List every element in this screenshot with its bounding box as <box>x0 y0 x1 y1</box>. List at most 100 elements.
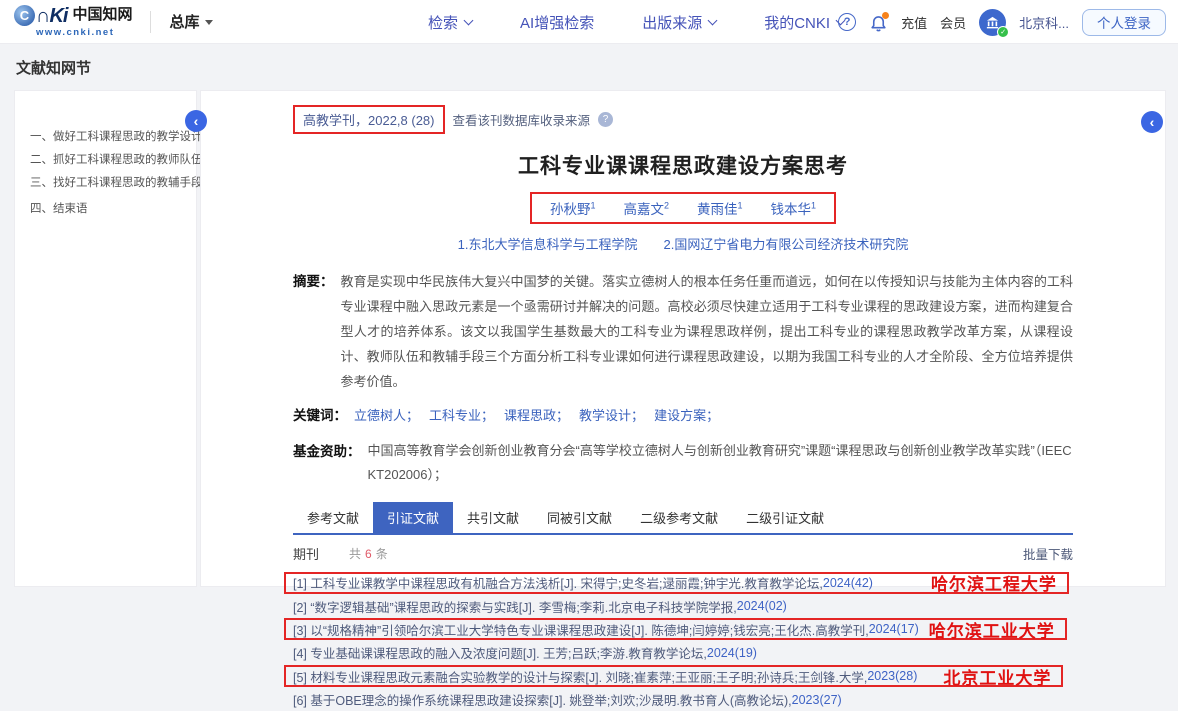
citation-year-link[interactable]: 2023(28) <box>867 669 917 683</box>
author-affil-sup: 2 <box>664 201 669 211</box>
verified-check-icon: ✓ <box>997 26 1009 38</box>
citation-list-header: 期刊 共 6 条 批量下载 <box>293 544 1073 563</box>
affiliations-row: 1.东北大学信息科学与工程学院 2.国网辽宁省电力有限公司经济技术研究院 <box>293 234 1073 253</box>
keywords-block: 关键词： 立德树人； 工科专业； 课程思政； 教学设计； 建设方案； <box>293 403 1073 428</box>
keyword-link[interactable]: 建设方案； <box>654 403 719 428</box>
right-panel-collapse-button[interactable]: ‹ <box>1141 111 1163 133</box>
citation-row-3: [3] 以“规格精神”引领哈尔滨工业大学特色专业课课程思政建设[J]. 陈德坤;… <box>293 618 1073 641</box>
library-dropdown[interactable]: 总库 <box>169 11 213 32</box>
nav-search[interactable]: 检索 <box>428 12 472 33</box>
keyword-link[interactable]: 课程思政； <box>504 403 569 428</box>
chevron-left-icon: ‹ <box>194 114 199 128</box>
recharge-link[interactable]: 充值 <box>901 13 927 32</box>
annotation-label-university: 哈尔滨工业大学 <box>929 617 1055 642</box>
author-name: 钱本华 <box>771 202 812 217</box>
tab-secondary-references[interactable]: 二级参考文献 <box>626 502 732 533</box>
outline-item-2[interactable]: 二、抓好工科课程思政的教师队伍 <box>30 152 190 168</box>
library-label: 总库 <box>169 11 199 32</box>
cnki-logo[interactable]: C ∩Ki 中国知网 www.cnki.net <box>14 5 132 38</box>
top-navbar: C ∩Ki 中国知网 www.cnki.net 总库 检索 AI增强检索 出版来… <box>0 0 1178 44</box>
nav-search-label: 检索 <box>428 12 458 33</box>
annotation-label-university: 哈尔滨工程大学 <box>931 570 1057 595</box>
citation-row-2: [2] “数字逻辑基础”课程思政的探索与实践[J]. 李雪梅;李莉.北京电子科技… <box>293 594 1073 617</box>
org-avatar[interactable]: ✓ <box>979 9 1006 36</box>
tab-references[interactable]: 参考文献 <box>293 502 373 533</box>
author-link[interactable]: 钱本华1 <box>771 198 817 218</box>
tab-secondary-citing[interactable]: 二级引证文献 <box>732 502 838 533</box>
notification-bell-icon[interactable] <box>869 13 888 32</box>
abstract-block: 摘要： 教育是实现中华民族伟大复兴中国梦的关键。落实立德树人的根本任务任重而道远… <box>293 269 1073 394</box>
page-title: 文献知网节 <box>16 57 91 78</box>
cnki-globe-icon: C <box>14 5 35 26</box>
affiliation-link-2[interactable]: 2.国网辽宁省电力有限公司经济技术研究院 <box>664 234 909 253</box>
divider <box>150 11 151 33</box>
tab-co-citing[interactable]: 同被引文献 <box>533 502 626 533</box>
nav-center: 检索 AI增强检索 出版来源 我的CNKI <box>428 0 844 44</box>
nav-publication-sources[interactable]: 出版来源 <box>642 12 716 33</box>
author-link[interactable]: 高嘉文2 <box>623 198 669 218</box>
help-icon[interactable]: ? <box>838 13 856 31</box>
journal-db-source-link[interactable]: 查看该刊数据库收录来源 <box>453 110 591 129</box>
cnki-url: www.cnki.net <box>36 28 132 38</box>
citation-link[interactable]: [1] 工科专业课教学中课程思政有机融合方法浅析[J]. 宋得宁;史冬岩;逯丽霞… <box>293 573 823 592</box>
question-help-icon[interactable]: ? <box>598 112 613 127</box>
citation-link[interactable]: [4] 专业基础课课程思政的融入及浓度问题[J]. 王芳;吕跃;李游.教育教学论… <box>293 643 707 662</box>
outline-item-3[interactable]: 三、找好工科课程思政的教辅手段 <box>30 175 190 191</box>
citation-link[interactable]: [5] 材料专业课程思政元素融合实验教学的设计与探索[J]. 刘晓;崔素萍;王亚… <box>293 667 867 686</box>
journal-source-link[interactable]: 高教学刊，2022,8 (28) <box>303 113 435 128</box>
funding-text: 中国高等教育学会创新创业教育分会“高等学校立德树人与创新创业教育研究”课题“课程… <box>368 439 1074 487</box>
article-panel: ‹ 高教学刊，2022,8 (28) 查看该刊数据库收录来源 ? 工科专业课课程… <box>200 90 1166 587</box>
nav-sources-label: 出版来源 <box>642 12 702 33</box>
personal-login-button[interactable]: 个人登录 <box>1082 9 1166 36</box>
affiliation-link-1[interactable]: 1.东北大学信息科学与工程学院 <box>458 234 638 253</box>
outline-list: 一、做好工科课程思政的教学设计 二、抓好工科课程思政的教师队伍 三、找好工科课程… <box>15 91 196 217</box>
notification-dot <box>882 12 889 19</box>
cnki-wordmark: ∩Ki <box>36 6 67 26</box>
chevron-down-icon <box>464 15 474 25</box>
nav-ai-search-label: AI增强检索 <box>520 12 594 33</box>
funding-block: 基金资助： 中国高等教育学会创新创业教育分会“高等学校立德树人与创新创业教育研究… <box>293 439 1073 487</box>
sidebar-collapse-button[interactable]: ‹ <box>185 110 207 132</box>
keywords-list: 立德树人； 工科专业； 课程思政； 教学设计； 建设方案； <box>354 403 719 428</box>
keywords-label: 关键词： <box>293 403 347 428</box>
annotation-box-source: 高教学刊，2022,8 (28) <box>293 105 445 134</box>
cnki-chinese-name: 中国知网 <box>72 8 132 23</box>
citation-link[interactable]: [2] “数字逻辑基础”课程思政的探索与实践[J]. 李雪梅;李莉.北京电子科技… <box>293 597 737 616</box>
citation-row-6: [6] 基于OBE理念的操作系统课程思政建设探索[J]. 姚登举;刘欢;沙晟明.… <box>293 688 1073 711</box>
count-prefix: 共 <box>349 545 361 562</box>
journal-type-label: 期刊 <box>293 544 319 563</box>
batch-download-button[interactable]: 批量下载 <box>1023 544 1073 563</box>
keyword-link[interactable]: 教学设计； <box>579 403 644 428</box>
citation-year-link[interactable]: 2023(27) <box>792 693 842 707</box>
citation-link[interactable]: [3] 以“规格精神”引领哈尔滨工业大学特色专业课课程思政建设[J]. 陈德坤;… <box>293 620 869 639</box>
keyword-link[interactable]: 立德树人； <box>354 403 419 428</box>
member-link[interactable]: 会员 <box>940 13 966 32</box>
chevron-left-icon: ‹ <box>1150 115 1155 129</box>
count-number: 6 <box>365 547 372 561</box>
abstract-text: 教育是实现中华民族伟大复兴中国梦的关键。落实立德树人的根本任务任重而道远，如何在… <box>341 269 1074 394</box>
author-link[interactable]: 孙秋野1 <box>550 198 596 218</box>
citation-year-link[interactable]: 2024(19) <box>707 646 757 660</box>
tab-co-cited[interactable]: 共引文献 <box>453 502 533 533</box>
nav-my-cnki[interactable]: 我的CNKI <box>764 12 844 33</box>
article-title: 工科专业课课程思政建设方案思考 <box>293 150 1073 180</box>
annotation-box-citation-1: [1] 工科专业课教学中课程思政有机融合方法浅析[J]. 宋得宁;史冬岩;逯丽霞… <box>284 572 1069 594</box>
outline-item-4[interactable]: 四、结束语 <box>30 201 190 217</box>
citation-tabs: 参考文献 引证文献 共引文献 同被引文献 二级参考文献 二级引证文献 <box>293 502 1073 535</box>
citation-year-link[interactable]: 2024(02) <box>737 599 787 613</box>
org-name[interactable]: 北京科... <box>1019 13 1069 32</box>
author-name: 高嘉文 <box>623 202 664 217</box>
citation-row-4: [4] 专业基础课课程思政的融入及浓度问题[J]. 王芳;吕跃;李游.教育教学论… <box>293 641 1073 664</box>
tab-citing-articles[interactable]: 引证文献 <box>373 502 453 533</box>
citation-link[interactable]: [6] 基于OBE理念的操作系统课程思政建设探索[J]. 姚登举;刘欢;沙晟明.… <box>293 690 792 709</box>
citation-year-link[interactable]: 2024(42) <box>823 576 873 590</box>
count-suffix: 条 <box>376 545 388 562</box>
keyword-link[interactable]: 工科专业； <box>429 403 494 428</box>
chevron-down-icon <box>708 15 718 25</box>
caret-down-icon <box>205 20 213 25</box>
author-link[interactable]: 黄雨佳1 <box>697 198 743 218</box>
author-affil-sup: 1 <box>811 201 816 211</box>
outline-item-1[interactable]: 一、做好工科课程思政的教学设计 <box>30 129 190 145</box>
nav-ai-search[interactable]: AI增强检索 <box>520 12 594 33</box>
citation-year-link[interactable]: 2024(17) <box>869 622 919 636</box>
